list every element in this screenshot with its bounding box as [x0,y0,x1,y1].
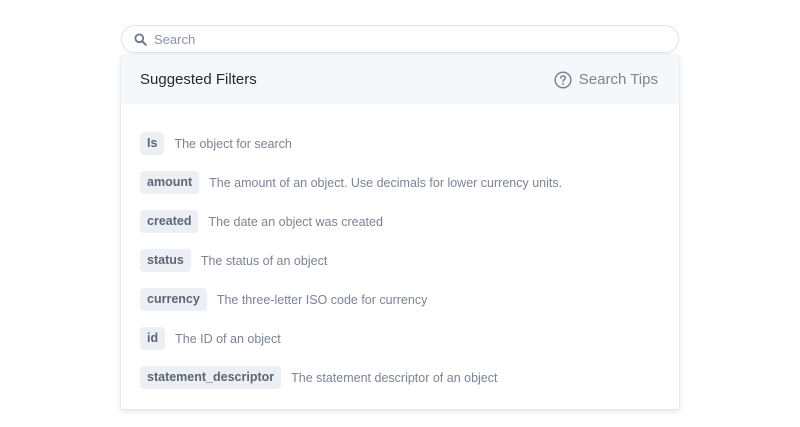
filter-tag-currency[interactable]: currency [140,288,207,311]
search-icon [133,32,147,46]
search-bar[interactable] [121,25,679,53]
filter-description: The status of an object [200,253,328,268]
filter-list: Is The object for search amount The amou… [121,104,679,409]
filter-row: currency The three-letter ISO code for c… [140,280,660,319]
filter-row: id The ID of an object [140,319,660,358]
filter-description: The date an object was created [208,214,383,229]
search-input[interactable] [154,31,634,47]
search-widget: Suggested Filters Search Tips Is The obj… [121,25,679,409]
filter-tag-statement-descriptor[interactable]: statement_descriptor [140,366,282,389]
panel-title: Suggested Filters [140,71,257,88]
filter-description: The object for search [174,136,292,151]
filter-tag-amount[interactable]: amount [140,171,200,194]
filter-row: Is The object for search [140,124,660,163]
help-circle-icon [554,70,572,89]
filter-row: statement_descriptor The statement descr… [140,358,660,397]
filter-tag-is[interactable]: Is [140,132,165,155]
filter-description: The amount of an object. Use decimals fo… [209,175,563,190]
filter-tag-created[interactable]: created [140,210,199,233]
filter-row: created The date an object was created [140,202,660,241]
suggestions-panel: Suggested Filters Search Tips Is The obj… [121,55,679,409]
filter-description: The three-letter ISO code for currency [216,292,428,307]
filter-row: amount The amount of an object. Use deci… [140,163,660,202]
filter-tag-id[interactable]: id [140,327,166,350]
filter-row: status The status of an object [140,241,660,280]
filter-description: The ID of an object [175,331,281,346]
filter-description: The statement descriptor of an object [291,370,498,385]
search-tips-link[interactable]: Search Tips [554,70,658,89]
search-tips-label: Search Tips [578,71,658,88]
panel-header: Suggested Filters Search Tips [121,55,679,104]
filter-tag-status[interactable]: status [140,249,191,272]
